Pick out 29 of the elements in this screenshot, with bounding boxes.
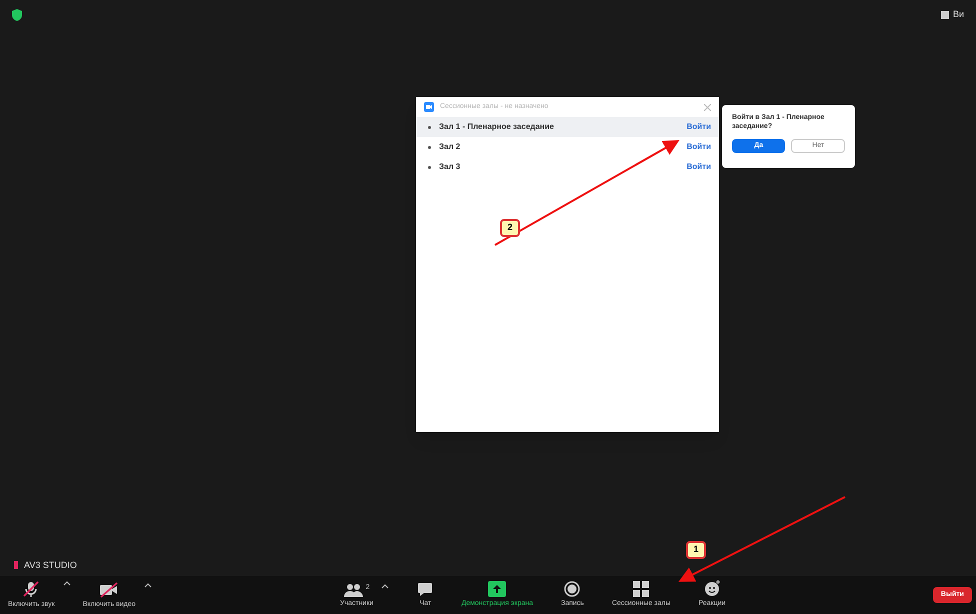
step-badge: 2 — [500, 219, 520, 237]
step-badge: 1 — [686, 541, 706, 559]
people-icon — [344, 583, 364, 598]
room-row[interactable]: Зал 2 Войти — [416, 137, 719, 157]
bullet-icon — [428, 166, 431, 168]
room-row[interactable]: Зал 1 - Пленарное заседание Войти — [416, 117, 719, 137]
join-link[interactable]: Войти — [686, 121, 711, 133]
caret-icon[interactable] — [381, 583, 390, 590]
chat-bubble-icon — [417, 582, 434, 598]
smiley-icon — [704, 580, 721, 598]
caret-icon[interactable] — [144, 582, 152, 588]
room-name: Зал 3 — [439, 161, 462, 173]
share-screen-icon — [488, 581, 506, 598]
grid-icon — [633, 581, 650, 598]
grid-view-icon — [940, 10, 949, 19]
bullet-icon — [428, 126, 431, 128]
caret-icon[interactable] — [62, 580, 71, 586]
camera-logo-icon — [424, 102, 434, 112]
view-label[interactable]: Ви — [952, 8, 964, 22]
participant-name: AV3 STUDIO — [24, 558, 77, 572]
bullet-icon — [428, 146, 431, 148]
join-link[interactable]: Войти — [686, 141, 711, 153]
room-name: Зал 2 — [439, 141, 462, 153]
record-icon — [564, 581, 580, 598]
join-link[interactable]: Войти — [686, 161, 711, 173]
muted-indicator-icon — [14, 561, 18, 570]
shield-icon[interactable] — [12, 8, 22, 21]
room-name: Зал 1 - Пленарное заседание — [439, 121, 556, 133]
room-row[interactable]: Зал 3 Войти — [416, 157, 719, 177]
